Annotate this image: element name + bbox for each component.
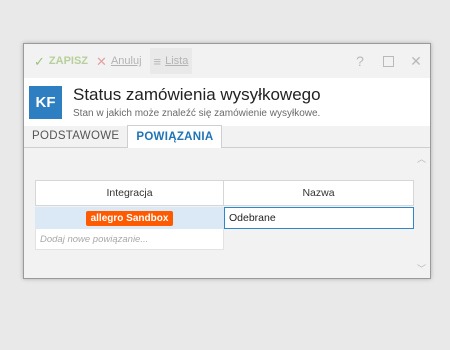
x-icon: ✕ [96, 53, 107, 69]
tab-bar: PODSTAWOWE POWIĄZANIA [24, 125, 430, 148]
checkmark-icon: ✓ [34, 53, 45, 69]
toolbar: ✓ ZAPISZ ✕ Anuluj ≡ Lista ? ✕ [24, 44, 430, 78]
dialog-window: ✓ ZAPISZ ✕ Anuluj ≡ Lista ? ✕ KF Status … [23, 43, 431, 279]
page-subtitle: Stan w jakich może znaleźć się zamówieni… [73, 108, 321, 119]
question-mark-icon: ? [356, 53, 364, 69]
relations-grid: Integracja Nazwa allegro Sandbox Odebran… [35, 180, 414, 250]
name-cell[interactable]: Odebrane [224, 207, 414, 229]
list-button[interactable]: ≡ Lista [149, 48, 193, 74]
add-relation-row[interactable]: Dodaj nowe powiązanie... [35, 229, 224, 250]
list-label: Lista [165, 55, 189, 67]
header-titles: Status zamówienia wysyłkowego Stan w jak… [73, 85, 321, 119]
save-button[interactable]: ✓ ZAPISZ [30, 48, 92, 74]
tab-powiazania[interactable]: POWIĄZANIA [127, 125, 223, 148]
column-header-integration[interactable]: Integracja [35, 180, 224, 206]
window-controls: ? ✕ [346, 44, 430, 78]
grid-header: Integracja Nazwa [35, 180, 414, 206]
maximize-button[interactable] [374, 55, 402, 67]
avatar: KF [29, 85, 62, 119]
tab-content: ︿ Integracja Nazwa allegro Sandbox Odebr… [24, 148, 430, 278]
column-header-name[interactable]: Nazwa [224, 180, 414, 206]
table-row[interactable]: allegro Sandbox Odebrane [35, 207, 414, 229]
cancel-label: Anuluj [110, 55, 142, 67]
tab-podstawowe[interactable]: PODSTAWOWE [24, 125, 127, 147]
close-icon: ✕ [410, 52, 422, 69]
scroll-down-icon[interactable]: ﹀ [417, 262, 426, 275]
cancel-button[interactable]: ✕ Anuluj [92, 48, 145, 74]
help-button[interactable]: ? [346, 53, 374, 69]
close-button[interactable]: ✕ [402, 53, 430, 70]
page-title: Status zamówienia wysyłkowego [73, 85, 321, 104]
integration-badge: allegro Sandbox [85, 210, 174, 226]
scroll-up-icon[interactable]: ︿ [417, 152, 426, 165]
save-label: ZAPISZ [48, 55, 89, 67]
maximize-icon [382, 55, 394, 67]
header: KF Status zamówienia wysyłkowego Stan w … [24, 78, 430, 126]
integration-cell[interactable]: allegro Sandbox [35, 207, 224, 229]
list-icon: ≡ [153, 53, 162, 69]
